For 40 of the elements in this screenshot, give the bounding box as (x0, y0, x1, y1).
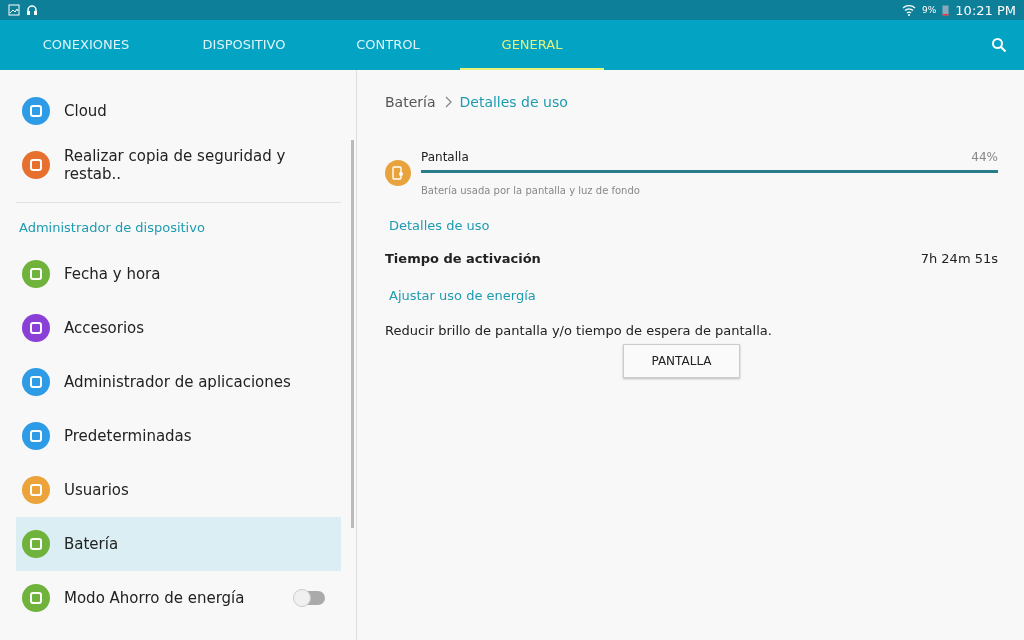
wifi-icon (902, 4, 917, 16)
item-label: Administrador de aplicaciones (64, 373, 292, 391)
item-label: Accesorios (64, 319, 146, 337)
section-header: Administrador de dispositivo (18, 218, 206, 237)
settings-item[interactable]: Administrador de aplicaciones (16, 355, 341, 409)
section-header: Ajustar uso de energía (388, 288, 537, 303)
breadcrumb-current: Detalles de uso (459, 94, 568, 110)
detail-value: 7h 24m 51s (920, 251, 998, 266)
screen-icon (385, 160, 411, 186)
battery-percent: 9% (922, 5, 937, 15)
settings-item[interactable]: Modo Ahorro de energía (16, 571, 341, 625)
adjust-text: Reducir brillo de pantalla y/o tiempo de espera de pantalla. (385, 323, 773, 338)
search-icon[interactable] (991, 37, 1007, 53)
chevron-icon (443, 96, 452, 108)
picture-icon (8, 4, 20, 16)
usage-description: Batería usada por la pantalla y luz de fondo (421, 185, 641, 196)
battery-icon (942, 4, 950, 16)
breadcrumb-link[interactable]: Batería (385, 94, 436, 110)
item-label: Realizar copia de seguridad y restab.. (64, 147, 287, 183)
settings-item[interactable]: Batería (16, 517, 341, 571)
settings-item[interactable]: Predeterminadas (16, 409, 341, 463)
settings-item[interactable]: Fecha y hora (16, 247, 341, 301)
headphones-icon (26, 4, 38, 16)
item-label: Predeterminadas (64, 427, 193, 445)
section-header: Detalles de uso (388, 218, 491, 233)
item-label: Cloud (64, 102, 108, 120)
usage-name: Pantalla (421, 150, 469, 164)
settings-item[interactable]: Accesorios (16, 301, 341, 355)
clock-time: 10:21 PM (955, 2, 1016, 18)
item-label: Batería (64, 535, 120, 553)
settings-item[interactable]: Realizar copia de seguridad y restab.. (16, 138, 341, 192)
detail-label: Tiempo de activación (385, 251, 541, 266)
item-label: Fecha y hora (64, 265, 162, 283)
item-label: Modo Ahorro de energía (64, 589, 246, 607)
screen-button[interactable]: PANTALLA (623, 344, 740, 378)
toggle-switch[interactable] (295, 591, 325, 605)
usage-percent: 44% (971, 150, 998, 164)
item-label: Usuarios (64, 481, 130, 499)
settings-item[interactable]: Cloud (16, 84, 341, 138)
settings-item[interactable]: Usuarios (16, 463, 341, 517)
